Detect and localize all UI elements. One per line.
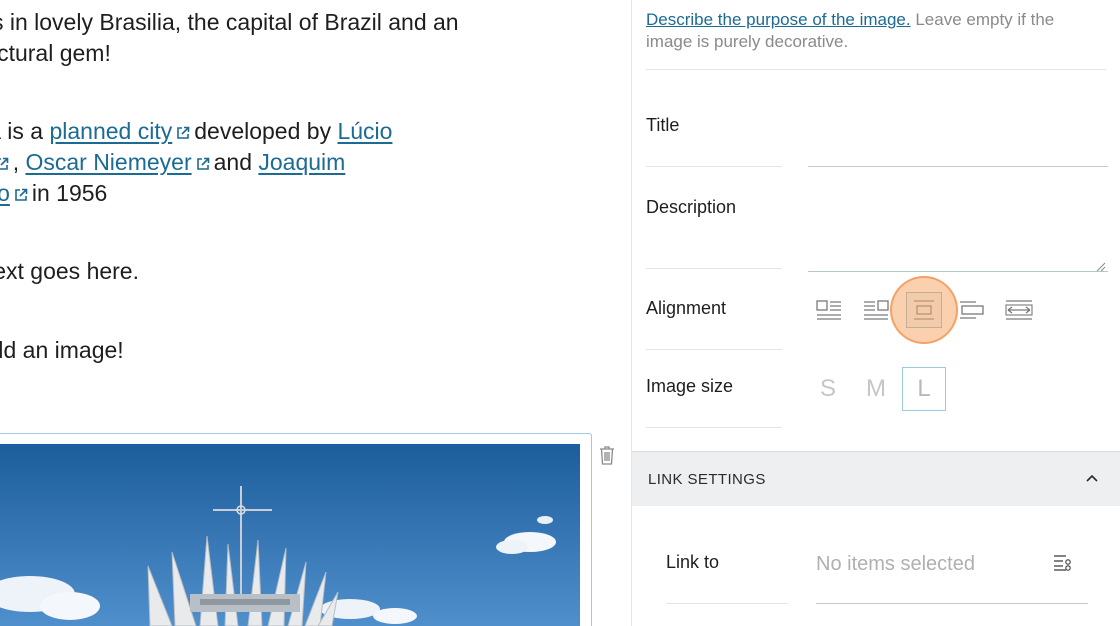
external-link-icon xyxy=(14,188,28,202)
align-full-width-button[interactable] xyxy=(1002,293,1036,327)
divider xyxy=(646,427,782,428)
brasilia-cathedral-image[interactable] xyxy=(0,444,580,626)
paragraph-line: hitectural gem! xyxy=(0,40,111,66)
image-size-label: Image size xyxy=(646,376,734,396)
paragraph-history[interactable]: sília is a planned city developed by Lúci… xyxy=(0,116,392,209)
divider xyxy=(646,166,782,167)
item-picker-icon[interactable] xyxy=(1052,553,1072,573)
size-large-button[interactable]: L xyxy=(902,367,946,411)
align-left-icon xyxy=(816,300,841,320)
link-settings-header[interactable]: LINK SETTINGS xyxy=(632,451,1120,506)
divider xyxy=(646,69,1106,70)
resize-handle-icon[interactable] xyxy=(1096,259,1106,272)
paragraph-add-image[interactable]: s add an image! xyxy=(0,335,124,366)
link-oscar-niemeyer[interactable]: Oscar Niemeyer xyxy=(25,149,191,175)
size-medium-button[interactable]: M xyxy=(854,367,898,411)
align-right-icon xyxy=(960,301,984,319)
align-left-button[interactable] xyxy=(812,293,846,327)
alt-text-help: Describe the purpose of the image. Leave… xyxy=(646,9,1096,53)
image-settings-sidebar: Describe the purpose of the image. Leave… xyxy=(631,0,1120,626)
title-label: Title xyxy=(646,115,680,135)
divider xyxy=(646,268,782,269)
text-fragment: sília is a xyxy=(0,118,44,144)
divider xyxy=(646,349,782,350)
link-joaquim-cardozo-cont[interactable]: dozo xyxy=(0,180,10,206)
align-center-button[interactable] xyxy=(906,292,942,328)
external-link-icon xyxy=(176,126,190,140)
alignment-label: Alignment xyxy=(646,298,727,318)
paragraph-more-text[interactable]: re text goes here. xyxy=(0,256,139,287)
text-fragment: in 1956 xyxy=(31,180,108,206)
description-textarea[interactable] xyxy=(808,198,1108,272)
external-link-icon xyxy=(0,157,9,171)
text-fragment: and xyxy=(213,149,259,175)
delete-image-icon[interactable] xyxy=(598,445,616,465)
link-joaquim-cardozo[interactable]: Joaquim xyxy=(258,149,345,175)
align-left-wrap-button[interactable] xyxy=(859,293,893,327)
align-right-button[interactable] xyxy=(955,293,989,327)
alt-text-help-link[interactable]: Describe the purpose of the image. xyxy=(646,10,911,29)
link-settings-title: LINK SETTINGS xyxy=(648,471,766,488)
divider xyxy=(666,603,788,604)
paragraph-line: n us in lovely Brasilia, the capital of … xyxy=(0,9,459,35)
link-to-label: Link to xyxy=(666,552,720,572)
title-input[interactable] xyxy=(808,166,1108,167)
size-small-button[interactable]: S xyxy=(806,367,850,411)
align-wrap-icon xyxy=(864,300,889,320)
text-fragment: developed by xyxy=(194,118,338,144)
chevron-up-icon[interactable] xyxy=(1085,471,1099,485)
editor-content[interactable]: n us in lovely Brasilia, the capital of … xyxy=(0,0,631,626)
text-fragment: , xyxy=(12,149,26,175)
full-width-icon xyxy=(1005,300,1033,320)
align-center-icon xyxy=(914,300,934,320)
link-to-underline xyxy=(816,603,1088,604)
paragraph-intro[interactable]: n us in lovely Brasilia, the capital of … xyxy=(0,7,459,69)
external-link-icon xyxy=(196,157,210,171)
link-planned-city[interactable]: planned city xyxy=(49,118,172,144)
link-lucio-costa[interactable]: Lúcio xyxy=(337,118,392,144)
description-label: Description xyxy=(646,197,737,217)
link-to-input[interactable]: No items selected xyxy=(816,553,975,576)
